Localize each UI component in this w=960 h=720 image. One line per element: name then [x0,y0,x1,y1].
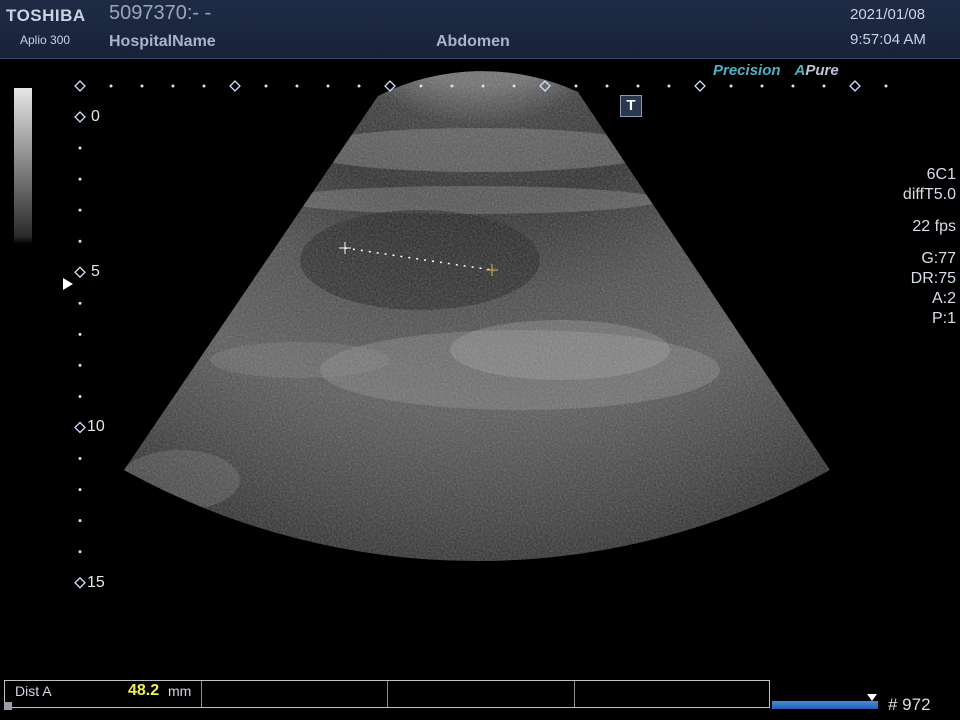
depth-label-15: 15 [87,574,105,591]
lateral-minor-tick [791,84,795,88]
lateral-minor-tick [357,84,361,88]
grayscale-bar [14,88,32,244]
lateral-major-tick [849,80,861,92]
lateral-minor-tick [202,84,206,88]
depth-minor-tick [78,301,82,305]
lateral-minor-tick [636,84,640,88]
depth-minor-tick [78,208,82,212]
focus-marker-icon[interactable] [63,278,73,290]
lateral-minor-tick [450,84,454,88]
probe-name: 6C1 [926,166,956,183]
lateral-minor-tick [605,84,609,88]
cine-pointer-icon[interactable] [866,694,877,701]
lateral-minor-tick [884,84,888,88]
depth-label-10: 10 [87,418,105,435]
frame-counter: # 972 [888,695,931,714]
frame-rate: 22 fps [912,218,956,235]
lateral-minor-tick [419,84,423,88]
apure-a-label: A [794,62,806,79]
depth-label-5: 5 [91,263,100,280]
depth-major-tick [74,266,86,279]
imaging-parameters: 6C1 diffT5.0 22 fps G:77 DR:75 A:2 P:1 [903,165,956,329]
apure-pure-label: Pure [805,62,839,79]
measurement-label: Dist A [15,683,52,699]
measurement-cell-dist-a[interactable]: Dist A 48.2 mm [5,681,202,707]
lateral-minor-tick [264,84,268,88]
lateral-major-tick [229,80,241,92]
precision-label: Precision [713,62,781,79]
measurement-bar: Dist A 48.2 mm [4,680,770,708]
ultrasound-image[interactable] [0,0,960,720]
lateral-minor-tick [760,84,764,88]
depth-major-tick [74,111,86,123]
cine-progress-bar[interactable] [772,701,878,709]
depth-minor-tick [78,239,82,243]
measurement-cell-2[interactable] [201,681,388,707]
depth-scale [74,111,86,589]
lateral-minor-tick [481,84,485,88]
measurement-cell-3[interactable] [387,681,575,707]
a-value: A:2 [931,290,956,307]
lateral-minor-tick [822,84,826,88]
lateral-major-tick [694,80,706,92]
measurement-cell-4[interactable] [574,681,769,707]
depth-minor-tick [78,519,82,523]
depth-minor-tick [78,457,82,461]
lateral-minor-tick [729,84,733,88]
depth-minor-tick [78,146,82,150]
lateral-major-tick [74,80,86,92]
lateral-minor-tick [295,84,299,88]
gain-value: G:77 [921,250,956,267]
lateral-minor-tick [171,84,175,88]
lateral-minor-tick [109,84,113,88]
t-marker-button[interactable]: T [620,95,642,117]
dynamic-range-value: DR:75 [910,270,956,287]
depth-minor-tick [78,363,82,367]
lateral-minor-tick [574,84,578,88]
measurement-marker-icon [4,702,12,710]
lateral-minor-tick [512,84,516,88]
depth-minor-tick [78,550,82,554]
depth-minor-tick [78,177,82,181]
lateral-minor-tick [326,84,330,88]
depth-minor-tick [78,488,82,492]
measurement-value: 48.2 [128,682,160,699]
lateral-minor-tick [140,84,144,88]
depth-major-tick [74,576,86,589]
depth-minor-tick [78,332,82,336]
depth-label-0: 0 [91,108,100,125]
p-value: P:1 [931,310,956,327]
depth-minor-tick [78,394,82,398]
precision-apure-logo: Precision APure [713,62,839,79]
depth-major-tick [74,421,86,434]
imaging-mode: diffT5.0 [902,186,956,203]
measurement-unit: mm [168,683,192,699]
lateral-minor-tick [667,84,671,88]
